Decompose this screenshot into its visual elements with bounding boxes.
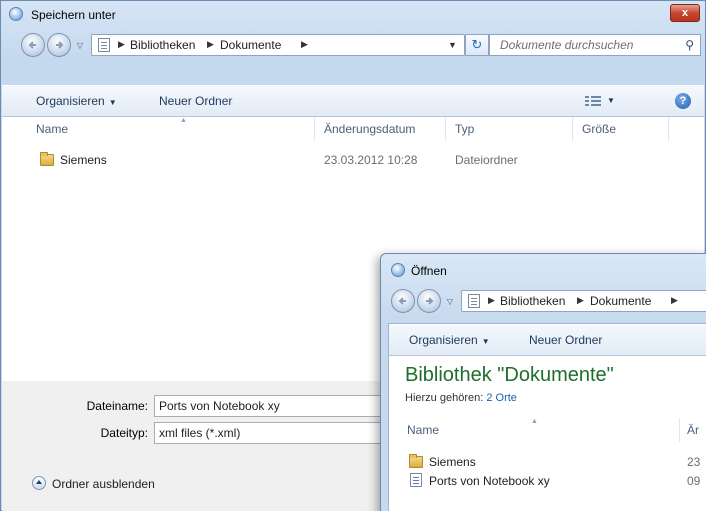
row-name[interactable]: Siemens — [429, 455, 476, 469]
hide-folders-button[interactable]: Ordner ausblenden — [52, 477, 155, 491]
row-date: 23.03.2012 10:28 — [324, 153, 418, 167]
address-dropdown-icon[interactable]: ▼ — [448, 40, 457, 50]
filetype-label: Dateityp: — [100, 426, 148, 440]
search-placeholder: Dokumente durchsuchen — [500, 38, 634, 52]
toolbar: Organisieren ▼ Neuer Ordner ▼ ? — [2, 85, 704, 117]
filetype-select[interactable]: xml files (*.xml) — [154, 422, 394, 444]
recent-pages-dropdown-icon[interactable]: ▽ — [445, 297, 455, 307]
row-date: 09 — [687, 474, 701, 488]
includes-locations-link[interactable]: 2 Orte — [486, 392, 517, 404]
breadcrumb-separator-icon[interactable]: ▶ — [207, 39, 214, 50]
row-type: Dateiordner — [455, 153, 518, 167]
sort-indicator-icon: ▲ — [180, 117, 187, 124]
column-header-date[interactable]: Är — [687, 418, 699, 442]
chevron-down-icon: ▼ — [108, 98, 117, 107]
forward-arrow-icon — [56, 41, 64, 49]
column-divider[interactable] — [314, 117, 315, 141]
window-title: Speichern unter — [31, 8, 116, 22]
back-arrow-icon — [28, 41, 36, 49]
collapse-arrow-icon[interactable] — [32, 476, 46, 490]
view-options-icon[interactable] — [585, 95, 603, 107]
recent-pages-dropdown-icon[interactable]: ▽ — [75, 41, 85, 51]
filename-label: Dateiname: — [86, 399, 148, 413]
column-header-date[interactable]: Änderungsdatum — [324, 117, 415, 141]
back-button[interactable] — [21, 33, 45, 57]
open-dialog: Öffnen ▽ ▶ Bibliotheken ▶ Dokumente ▶ Or… — [380, 253, 706, 511]
window-icon — [391, 263, 405, 277]
breadcrumb-separator-icon[interactable]: ▶ — [301, 39, 308, 50]
help-icon[interactable]: ? — [675, 93, 691, 109]
forward-button[interactable] — [47, 33, 71, 57]
column-header-name[interactable]: Name — [407, 418, 439, 442]
column-header-name[interactable]: Name — [36, 117, 68, 141]
column-header-type[interactable]: Typ — [455, 117, 474, 141]
refresh-button[interactable]: ↻ — [465, 34, 489, 56]
forward-button[interactable] — [417, 289, 441, 313]
documents-library-icon — [468, 294, 480, 308]
folder-icon — [40, 152, 54, 166]
view-dropdown-icon[interactable]: ▼ — [607, 96, 615, 105]
breadcrumb-dokumente[interactable]: Dokumente — [590, 294, 651, 308]
address-bar[interactable]: ▶ Bibliotheken ▶ Dokumente ▶ — [461, 290, 706, 312]
breadcrumb-separator-icon[interactable]: ▶ — [577, 295, 584, 306]
column-divider[interactable] — [572, 117, 573, 141]
close-button[interactable]: x — [670, 4, 700, 22]
open-dialog-content: Organisieren ▼ Neuer Ordner Bibliothek "D… — [388, 323, 706, 511]
breadcrumb-bibliotheken[interactable]: Bibliotheken — [130, 38, 195, 52]
breadcrumb-separator-icon[interactable]: ▶ — [671, 295, 678, 306]
column-divider[interactable] — [445, 117, 446, 141]
address-bar[interactable]: ▶ Bibliotheken ▶ Dokumente ▶ ▼ — [91, 34, 465, 56]
library-includes: Hierzu gehören: 2 Orte — [405, 392, 517, 404]
column-header-size[interactable]: Größe — [582, 117, 616, 141]
breadcrumb-separator-icon[interactable]: ▶ — [488, 295, 495, 306]
new-folder-button[interactable]: Neuer Ordner — [529, 333, 602, 347]
organize-menu[interactable]: Organisieren ▼ — [409, 333, 490, 347]
file-icon — [410, 473, 422, 487]
column-divider[interactable] — [679, 418, 680, 442]
row-name[interactable]: Ports von Notebook xy — [429, 474, 550, 488]
search-input[interactable]: Dokumente durchsuchen ⚲ — [489, 34, 701, 56]
organize-label: Organisieren — [36, 94, 105, 108]
row-name[interactable]: Siemens — [60, 153, 107, 167]
includes-label: Hierzu gehören: — [405, 392, 484, 404]
filename-field[interactable]: Ports von Notebook xy — [154, 395, 394, 417]
documents-library-icon — [98, 38, 110, 52]
save-dialog-titlebar[interactable]: Speichern unter x — [1, 1, 705, 29]
column-divider[interactable] — [668, 117, 669, 141]
organize-menu[interactable]: Organisieren ▼ — [36, 94, 117, 108]
window-icon — [9, 7, 23, 21]
breadcrumb-dokumente[interactable]: Dokumente — [220, 38, 281, 52]
back-button[interactable] — [391, 289, 415, 313]
organize-label: Organisieren — [409, 333, 478, 347]
forward-arrow-icon — [426, 297, 434, 305]
breadcrumb-bibliotheken[interactable]: Bibliotheken — [500, 294, 565, 308]
chevron-down-icon: ▼ — [481, 337, 490, 346]
open-dialog-title: Öffnen — [411, 264, 447, 278]
back-arrow-icon — [398, 297, 406, 305]
new-folder-button[interactable]: Neuer Ordner — [159, 94, 232, 108]
breadcrumb-separator-icon[interactable]: ▶ — [118, 39, 125, 50]
folder-icon — [409, 454, 423, 468]
toolbar: Organisieren ▼ Neuer Ordner — [389, 324, 706, 356]
search-icon[interactable]: ⚲ — [685, 38, 694, 52]
library-title: Bibliothek "Dokumente" — [405, 364, 614, 386]
row-date: 23 — [687, 455, 701, 469]
sort-indicator-icon: ▲ — [531, 418, 538, 425]
refresh-icon: ↻ — [471, 37, 483, 52]
